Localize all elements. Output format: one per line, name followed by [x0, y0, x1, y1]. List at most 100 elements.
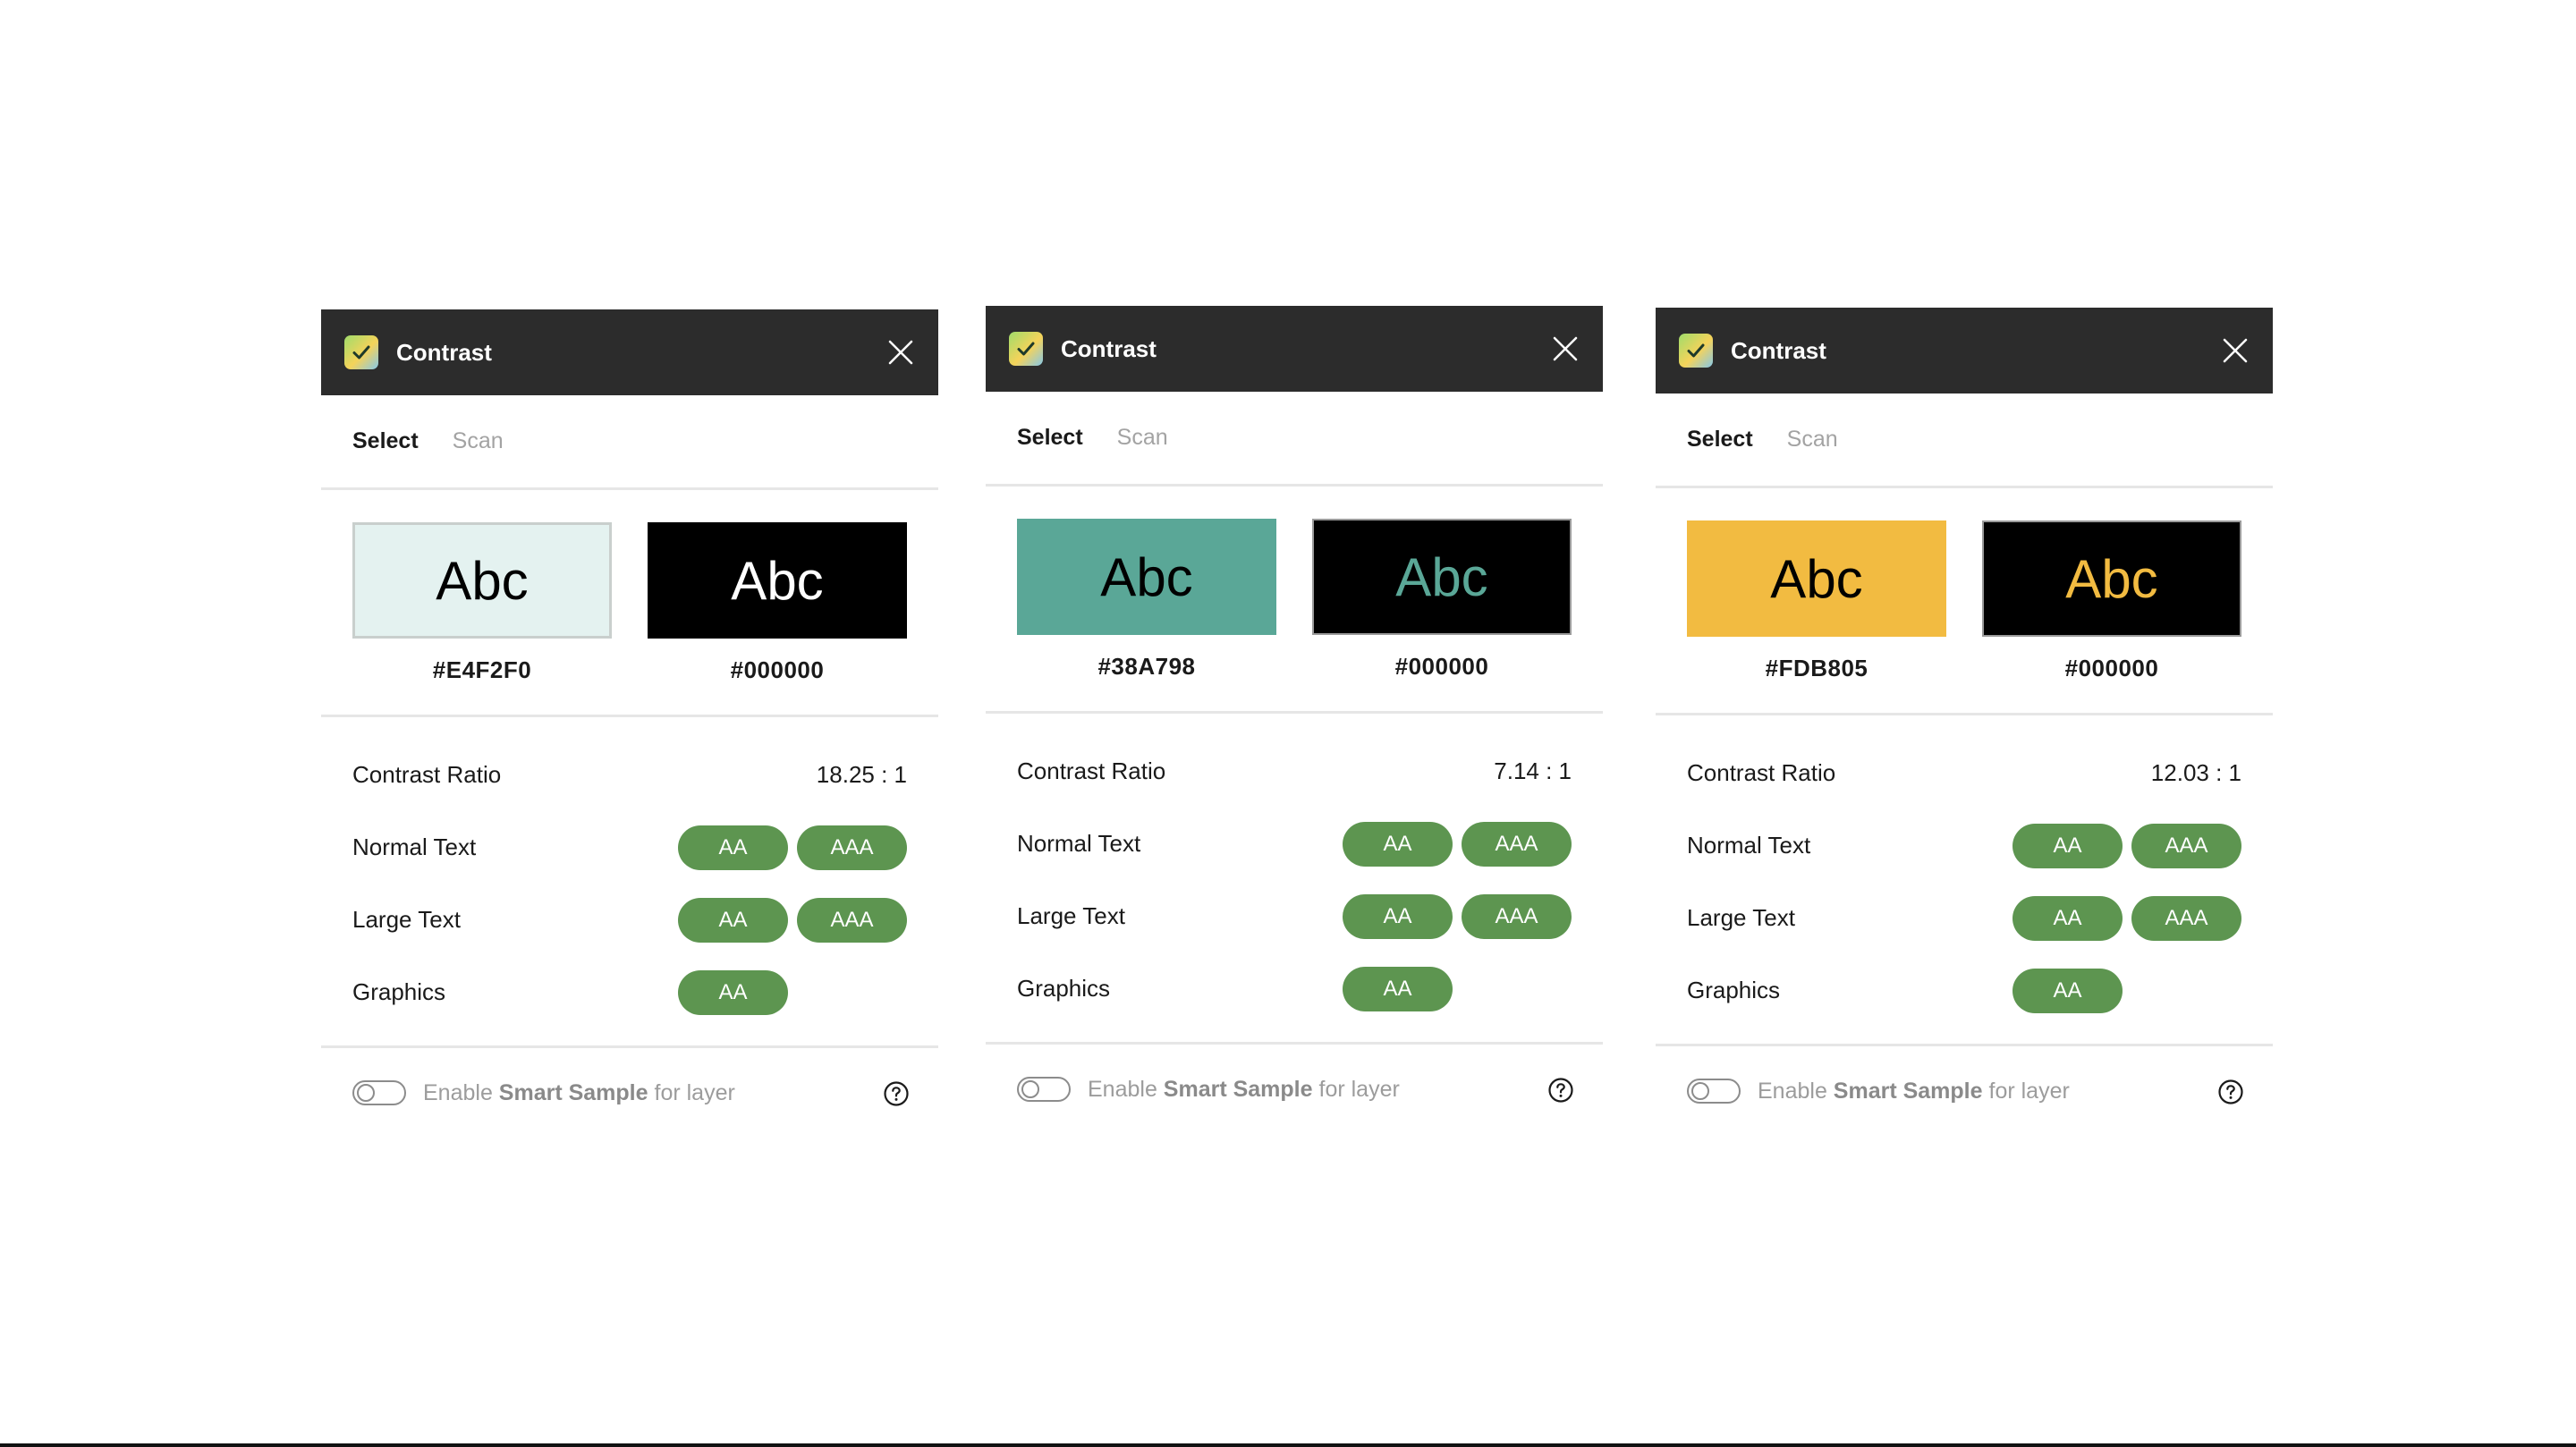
- aa-pass-badge: AA: [2012, 895, 2123, 941]
- close-icon[interactable]: [2219, 334, 2251, 367]
- contrast-ratio-label: Contrast Ratio: [352, 761, 502, 788]
- aaa-pass-badge: AAA: [797, 825, 907, 870]
- aaa-pass-badge: AAA: [2131, 895, 2241, 941]
- aa-pass-badge: AA: [2012, 823, 2123, 868]
- wcag-row: Normal Text AA AAA: [352, 811, 907, 884]
- aa-pass-badge: AA: [1343, 821, 1453, 867]
- aa-pass-badge: AA: [678, 897, 788, 943]
- smart-sample-toggle[interactable]: [1687, 1079, 1741, 1104]
- footer: Enable Smart Sample for layer: [1656, 1046, 2273, 1136]
- wcag-row-label: Large Text: [1017, 902, 1125, 929]
- wcag-row: Normal Text AA AAA: [1687, 809, 2241, 882]
- tab-scan[interactable]: Scan: [1117, 425, 1168, 451]
- tab-select[interactable]: Select: [1687, 427, 1753, 453]
- close-icon[interactable]: [885, 336, 917, 368]
- contrast-ratio-label: Contrast Ratio: [1687, 759, 1836, 786]
- wcag-row: Normal Text AA AAA: [1017, 808, 1572, 880]
- background-swatch[interactable]: Abc: [1017, 519, 1276, 635]
- wcag-row: Large Text AA AAA: [352, 884, 907, 956]
- foreground-hex: #000000: [730, 656, 825, 683]
- tab-scan[interactable]: Scan: [453, 428, 504, 454]
- wcag-row: Large Text AA AAA: [1017, 880, 1572, 952]
- background-swatch[interactable]: Abc: [352, 522, 612, 639]
- aaa-pass-badge: AAA: [1462, 821, 1572, 867]
- panel-title: Contrast: [1061, 334, 1157, 362]
- wcag-row-label: Graphics: [352, 978, 446, 1005]
- foreground-swatch[interactable]: Abc: [1312, 519, 1572, 635]
- toggle-knob: [1021, 1080, 1039, 1098]
- title-bar: Contrast: [1656, 308, 2273, 393]
- badge-group: AA: [1343, 966, 1572, 1011]
- contrast-results: Contrast Ratio 18.25 : 1 Normal Text AA AA…: [321, 717, 938, 1048]
- aa-pass-badge: AA: [1343, 966, 1453, 1011]
- badge-group: AA AAA: [1343, 893, 1572, 939]
- question-circle-icon[interactable]: [2217, 1079, 2244, 1105]
- foreground-swatch-group: Abc #000000: [648, 522, 907, 715]
- badge-group: AA: [678, 969, 907, 1015]
- footer: Enable Smart Sample for layer: [321, 1048, 938, 1138]
- wcag-rows: Normal Text AA AAA Large Text AA AAA Graphics A…: [1017, 808, 1572, 1025]
- background-hex: #38A798: [1097, 653, 1196, 680]
- app-logo-icon: [1009, 332, 1043, 366]
- foreground-swatch[interactable]: Abc: [1982, 520, 2241, 637]
- contrast-panel: Contrast Select Scan Abc #FDB805 Abc #00…: [1656, 308, 2273, 1130]
- smart-sample-toggle[interactable]: [352, 1080, 406, 1105]
- wcag-row: Graphics AA: [1017, 952, 1572, 1025]
- foreground-swatch-group: Abc #000000: [1982, 520, 2241, 713]
- aa-pass-badge: AA: [2012, 968, 2123, 1013]
- contrast-results: Contrast Ratio 7.14 : 1 Normal Text AA AAA…: [986, 714, 1603, 1045]
- contrast-ratio-value: 12.03 : 1: [2150, 759, 2241, 786]
- toggle-knob: [1691, 1082, 1709, 1100]
- aaa-pass-badge: AAA: [2131, 823, 2241, 868]
- contrast-panel: Contrast Select Scan Abc #E4F2F0 Abc #00…: [321, 309, 938, 1132]
- smart-sample-label: Enable Smart Sample for layer: [1758, 1078, 2070, 1104]
- contrast-panel: Contrast Select Scan Abc #38A798 Abc #00…: [986, 306, 1603, 1129]
- wcag-row: Graphics AA: [1687, 954, 2241, 1027]
- wcag-row: Large Text AA AAA: [1687, 882, 2241, 954]
- toggle-knob: [357, 1084, 375, 1102]
- background-swatch-group: Abc #FDB805: [1687, 520, 1946, 713]
- title-bar: Contrast: [321, 309, 938, 395]
- tab-scan[interactable]: Scan: [1787, 427, 1838, 453]
- wcag-row-label: Normal Text: [1687, 832, 1811, 859]
- contrast-ratio-value: 18.25 : 1: [816, 761, 907, 788]
- wcag-row-label: Large Text: [1687, 904, 1795, 931]
- wcag-rows: Normal Text AA AAA Large Text AA AAA Graphics A…: [1687, 809, 2241, 1027]
- wcag-row-label: Graphics: [1687, 977, 1781, 1003]
- mode-tabs: Select Scan: [321, 395, 938, 490]
- wcag-row-label: Graphics: [1017, 975, 1111, 1002]
- wcag-row: Graphics AA: [352, 956, 907, 1028]
- contrast-ratio-row: Contrast Ratio 7.14 : 1: [1017, 735, 1572, 808]
- contrast-ratio-row: Contrast Ratio 12.03 : 1: [1687, 737, 2241, 809]
- aaa-pass-badge: AAA: [1462, 893, 1572, 939]
- smart-sample-toggle[interactable]: [1017, 1077, 1071, 1102]
- divider: [0, 1443, 2576, 1447]
- foreground-hex: #000000: [2064, 655, 2159, 681]
- background-swatch-group: Abc #38A798: [1017, 519, 1276, 711]
- mode-tabs: Select Scan: [1656, 393, 2273, 488]
- mode-tabs: Select Scan: [986, 392, 1603, 487]
- tab-select[interactable]: Select: [352, 428, 419, 454]
- color-swatches: Abc #38A798 Abc #000000: [986, 487, 1603, 714]
- contrast-ratio-row: Contrast Ratio 18.25 : 1: [352, 739, 907, 811]
- close-icon[interactable]: [1549, 333, 1581, 365]
- panel-title: Contrast: [1731, 336, 1826, 364]
- badge-group: AA AAA: [2012, 823, 2241, 868]
- badge-group: AA AAA: [678, 897, 907, 943]
- wcag-row-label: Large Text: [352, 906, 461, 933]
- wcag-row-label: Normal Text: [1017, 830, 1141, 857]
- question-circle-icon[interactable]: [1547, 1077, 1574, 1104]
- foreground-swatch[interactable]: Abc: [648, 522, 907, 639]
- app-logo-icon: [344, 335, 378, 369]
- badge-group: AA AAA: [678, 825, 907, 870]
- aa-pass-badge: AA: [678, 825, 788, 870]
- badge-group: AA: [2012, 968, 2241, 1013]
- tab-select[interactable]: Select: [1017, 425, 1083, 451]
- background-hex: #E4F2F0: [432, 656, 532, 683]
- badge-group: AA AAA: [1343, 821, 1572, 867]
- wcag-row-label: Normal Text: [352, 834, 477, 860]
- aa-pass-badge: AA: [678, 969, 788, 1015]
- background-swatch[interactable]: Abc: [1687, 520, 1946, 637]
- badge-group: AA AAA: [2012, 895, 2241, 941]
- question-circle-icon[interactable]: [883, 1080, 910, 1107]
